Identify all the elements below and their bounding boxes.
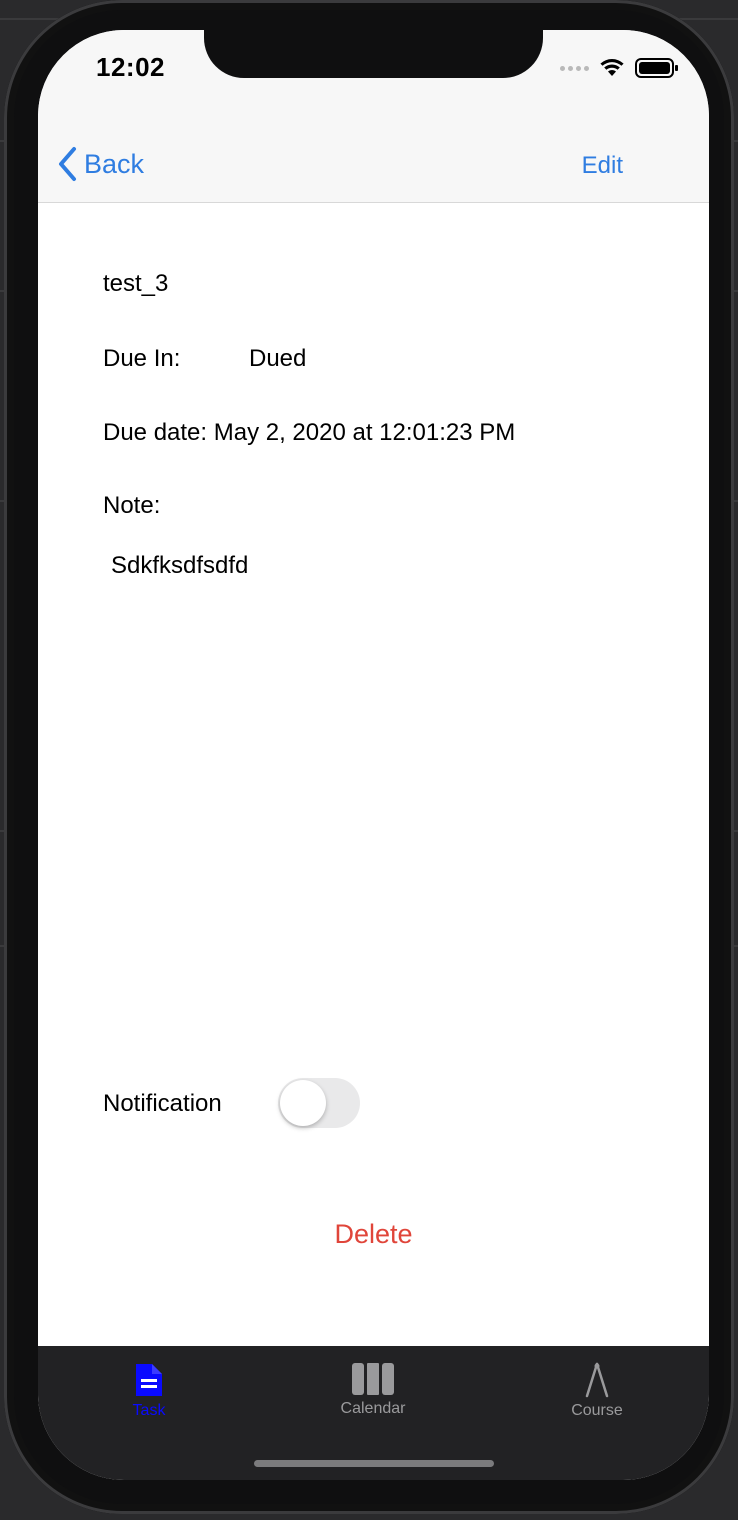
status-bar: 12:02 — [38, 30, 709, 126]
task-title: test_3 — [103, 270, 169, 297]
tab-task-label: Task — [132, 1402, 166, 1419]
status-time: 12:02 — [96, 52, 165, 82]
battery-icon — [635, 58, 678, 78]
app-screen: 12:02 Back Edit test_3 Due In: Dued Due … — [38, 30, 709, 1480]
tab-task[interactable]: Task — [79, 1362, 219, 1420]
due-in-value: Dued — [249, 345, 307, 372]
notification-toggle[interactable] — [278, 1078, 360, 1128]
tab-calendar-label: Calendar — [340, 1400, 406, 1417]
navigation-bar: Back Edit — [38, 126, 709, 203]
cellular-signal-icon — [560, 65, 589, 71]
back-button[interactable]: Back — [56, 146, 144, 182]
status-icons — [560, 56, 679, 80]
chevron-left-icon — [59, 147, 76, 181]
device-notch — [204, 30, 543, 78]
edit-button[interactable]: Edit — [582, 152, 623, 180]
home-indicator[interactable] — [254, 1460, 494, 1467]
notification-label: Notification — [103, 1090, 222, 1117]
device-frame: 12:02 Back Edit test_3 Due In: Dued Due … — [4, 0, 734, 1514]
due-date-text: Due date: May 2, 2020 at 12:01:23 PM — [103, 419, 516, 446]
wifi-icon — [600, 59, 624, 76]
compass-icon — [585, 1362, 609, 1398]
delete-button[interactable]: Delete — [38, 1219, 709, 1250]
tab-calendar[interactable]: Calendar — [303, 1362, 443, 1418]
toggle-knob — [280, 1080, 326, 1126]
note-label: Note: — [103, 492, 161, 519]
back-label: Back — [84, 148, 145, 179]
tab-course-label: Course — [571, 1402, 623, 1419]
document-icon — [136, 1364, 162, 1396]
tab-course[interactable]: Course — [527, 1362, 667, 1420]
due-in-label: Due In: — [103, 345, 181, 372]
note-text: Sdkfksdfsdfd — [111, 552, 249, 579]
calendar-columns-icon — [352, 1363, 394, 1395]
tab-bar: Task Calendar Course — [38, 1346, 709, 1480]
